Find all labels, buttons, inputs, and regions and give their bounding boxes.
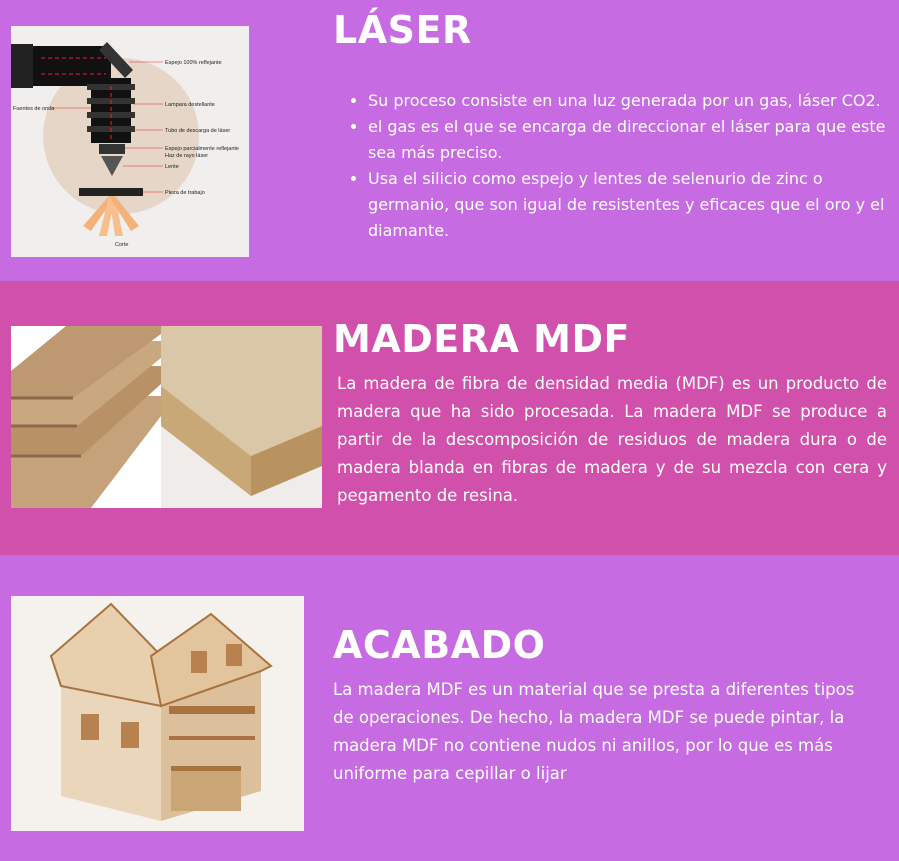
wooden-house-image — [11, 596, 304, 831]
acabado-title: ACABADO — [333, 623, 546, 667]
mdf-boards-image — [11, 326, 322, 508]
mdf-description: La madera de fibra de densidad media (MD… — [337, 374, 887, 505]
partial-mirror — [99, 144, 125, 154]
mdf-section: MADERA MDF La madera de fibra de densida… — [0, 281, 899, 555]
window — [191, 651, 207, 673]
laser-bullet: Usa el silicio como espejo y lentes de s… — [368, 166, 898, 244]
acabado-description: La madera MDF es un material que se pres… — [333, 680, 855, 783]
label-discharge-tube: Tubo de descarga de láser — [165, 128, 230, 134]
laser-bullet: Su proceso consiste en una luz generada … — [368, 88, 898, 114]
laser-section: Espejo 100% reflejante Fuentes de onda L… — [0, 0, 899, 281]
window — [226, 644, 242, 666]
label-beam: Haz de rayo láser — [165, 153, 208, 159]
window — [121, 722, 139, 748]
laser-bullet: el gas es el que se encarga de direccion… — [368, 114, 898, 166]
label-flash-lamp: Lampara destellante — [165, 102, 215, 108]
mdf-title: MADERA MDF — [333, 317, 630, 361]
label-cut: Corte — [115, 242, 128, 248]
window — [81, 714, 99, 740]
balcony — [169, 706, 255, 714]
label-workpiece: Pieza de trabajo — [165, 190, 205, 196]
label-partial-mirror: Espejo parcialmente reflejante — [165, 146, 239, 152]
label-wave-source: Fuentes de onda — [13, 106, 55, 112]
laser-diagram: Espejo 100% reflejante Fuentes de onda L… — [11, 42, 239, 248]
laser-bullet-list: Su proceso consiste en una luz generada … — [346, 88, 898, 244]
porch — [171, 771, 241, 811]
laser-title: LÁSER — [333, 8, 472, 52]
label-lens: Lente — [165, 164, 179, 170]
label-mirror-full: Espejo 100% reflejante — [165, 60, 222, 66]
acabado-section: ACABADO La madera MDF es un material que… — [0, 555, 899, 861]
laser-diagram-image: Espejo 100% reflejante Fuentes de onda L… — [11, 26, 249, 257]
workpiece — [79, 188, 143, 196]
